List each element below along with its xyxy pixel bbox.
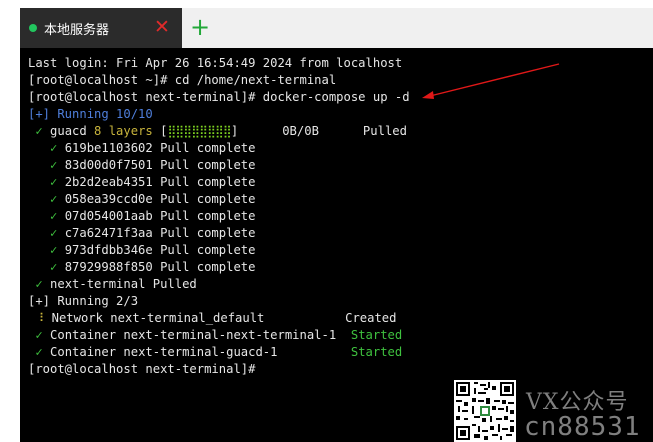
- terminal-line: ✓ Container next-terminal-guacd-1 Starte…: [28, 344, 410, 361]
- terminal-line: [+] Running 10/10: [28, 106, 410, 123]
- terminal-text: ✓: [28, 175, 65, 189]
- terminal-text: [root@localhost next-terminal]#: [28, 362, 263, 376]
- terminal-text: [root@localhost ~]# cd /home/next-termin…: [28, 73, 337, 87]
- terminal-text: ✓: [28, 243, 65, 257]
- terminal-text: ✓: [28, 345, 51, 359]
- terminal-text: Container next-terminal-next-terminal-1: [50, 328, 351, 342]
- terminal-text: ✓: [28, 209, 65, 223]
- terminal-line: ✓ c7a62471f3aa Pull complete: [28, 225, 410, 242]
- terminal-line: ✓ 87929988f850 Pull complete: [28, 259, 410, 276]
- terminal-text: [+] Running 2/3: [28, 294, 139, 308]
- terminal-text: ✓: [28, 124, 51, 138]
- terminal-line: [root@localhost ~]# cd /home/next-termin…: [28, 72, 410, 89]
- terminal-text: 058ea39ccd0e Pull complete: [64, 192, 256, 206]
- terminal-line: ✓ 2b2d2eab4351 Pull complete: [28, 174, 410, 191]
- close-icon[interactable]: ✕: [152, 17, 172, 37]
- terminal-line: ✓ 07d054001aab Pull complete: [28, 208, 410, 225]
- terminal-text: 07d054001aab Pull complete: [64, 209, 256, 223]
- terminal-text: 2b2d2eab4351 Pull complete: [64, 175, 256, 189]
- terminal-line: ✓ 83d00d0f7501 Pull complete: [28, 157, 410, 174]
- terminal-text: ✓: [28, 226, 65, 240]
- terminal-line: [root@localhost next-terminal]# docker-c…: [28, 89, 410, 106]
- terminal-text: Started: [350, 328, 403, 342]
- watermark: VX公众号 cn88531: [524, 384, 653, 442]
- terminal-line: ✓ guacd 8 layers [⣿⣿⣿⣿⣿⣿⣿⣿] 0B/0B Pulled: [28, 123, 410, 140]
- terminal-text: Last login: Fri Apr 26 16:54:49 2024 fro…: [28, 56, 403, 70]
- terminal-line: Last login: Fri Apr 26 16:54:49 2024 fro…: [28, 55, 410, 72]
- terminal-text: Container next-terminal-guacd-1: [50, 345, 351, 359]
- terminal-text: ] 0B/0B Pulled: [230, 124, 407, 138]
- tab-local-server[interactable]: 本地服务器 ✕: [20, 8, 182, 48]
- terminal-line: ✓ 058ea39ccd0e Pull complete: [28, 191, 410, 208]
- terminal-text: guacd: [50, 124, 95, 138]
- terminal-text: ⣿⣿⣿⣿⣿⣿⣿⣿: [167, 124, 231, 138]
- tab-title: 本地服务器: [44, 22, 110, 38]
- terminal-line: ⠸ Network next-terminal_default Created: [28, 310, 410, 327]
- terminal-text: Started: [350, 345, 403, 359]
- qr-code-image: [454, 380, 516, 442]
- terminal-text: [root@localhost next-terminal]# docker-c…: [28, 90, 410, 104]
- plus-icon[interactable]: +: [188, 15, 212, 39]
- terminal-text: 619be1103602 Pull complete: [64, 141, 256, 155]
- terminal-line: [root@localhost next-terminal]#: [28, 361, 410, 378]
- status-dot-icon: [29, 24, 37, 32]
- terminal-line: ✓ Container next-terminal-next-terminal-…: [28, 327, 410, 344]
- terminal-text: Network next-terminal_default Created: [51, 311, 397, 325]
- terminal-text: ✓: [28, 141, 65, 155]
- terminal-text: ⠸: [28, 311, 52, 325]
- terminal-text: next-terminal Pulled: [50, 277, 197, 291]
- watermark-line2: cn88531: [524, 412, 641, 442]
- terminal-line: [+] Running 2/3: [28, 293, 410, 310]
- terminal-text: ✓: [28, 158, 65, 172]
- terminal-text: c7a62471f3aa Pull complete: [64, 226, 256, 240]
- terminal-output: Last login: Fri Apr 26 16:54:49 2024 fro…: [28, 55, 410, 378]
- terminal-line: ✓ next-terminal Pulled: [28, 276, 410, 293]
- terminal-text: 8 layers: [94, 124, 161, 138]
- tab-bar: 本地服务器 ✕ +: [20, 8, 653, 48]
- terminal-text: ✓: [28, 277, 51, 291]
- terminal-text: 83d00d0f7501 Pull complete: [64, 158, 256, 172]
- terminal-text: 87929988f850 Pull complete: [64, 260, 256, 274]
- terminal-text: 973dfdbb346e Pull complete: [64, 243, 256, 257]
- terminal[interactable]: Last login: Fri Apr 26 16:54:49 2024 fro…: [20, 48, 653, 442]
- terminal-line: ✓ 619be1103602 Pull complete: [28, 140, 410, 157]
- terminal-line: ✓ 973dfdbb346e Pull complete: [28, 242, 410, 259]
- terminal-text: [+] Running 10/10: [28, 107, 153, 121]
- terminal-text: ✓: [28, 260, 65, 274]
- terminal-text: ✓: [28, 192, 65, 206]
- terminal-text: ✓: [28, 328, 51, 342]
